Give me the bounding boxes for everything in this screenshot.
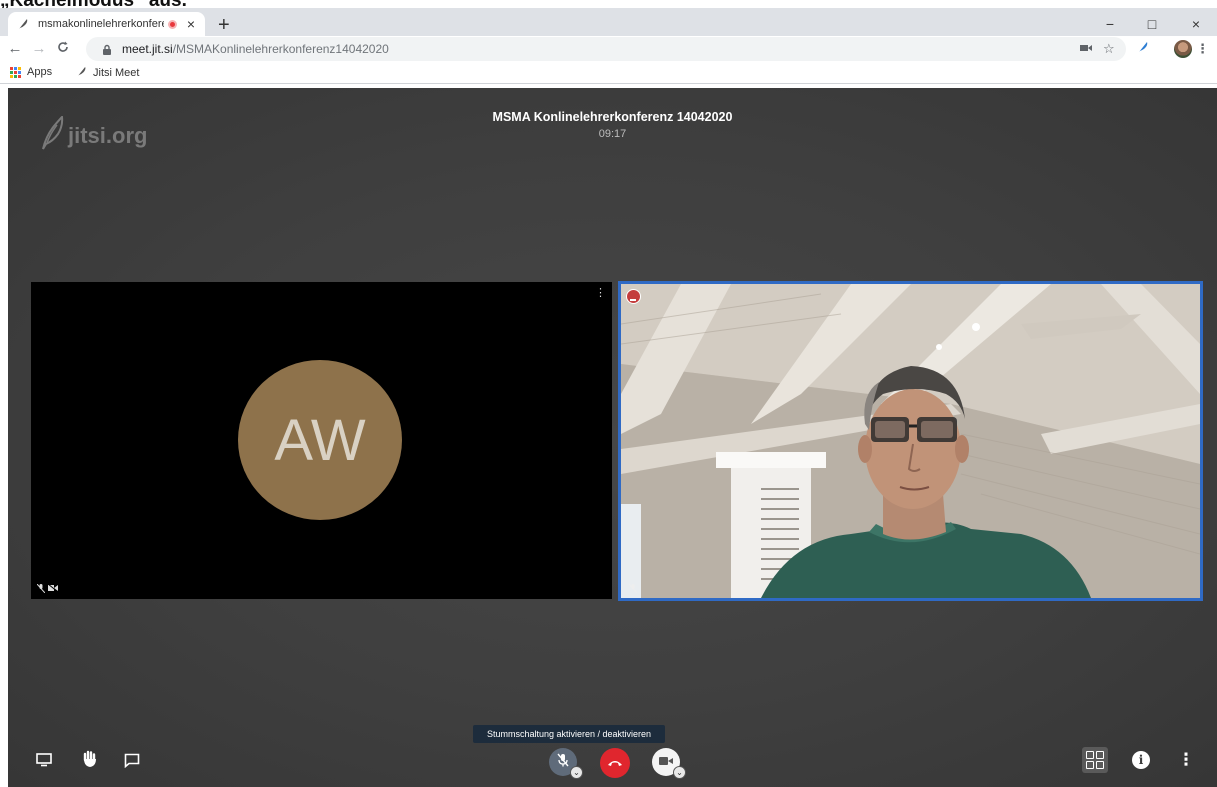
- hangup-icon: [607, 754, 623, 772]
- microphone-muted-icon: [557, 753, 569, 772]
- participant-menu-icon[interactable]: ⋮: [595, 288, 606, 299]
- forward-arrow-icon[interactable]: →: [30, 40, 48, 57]
- tab-title: msmakonlinelehrerkonferenz: [38, 18, 164, 30]
- bookmarks-bar: Apps Jitsi Meet: [0, 62, 1217, 84]
- bookmark-apps-label: Apps: [27, 66, 53, 78]
- bookmark-apps[interactable]: Apps: [10, 66, 52, 78]
- lock-icon: [102, 44, 112, 55]
- hangup-button[interactable]: [600, 748, 630, 778]
- browser-tab-strip: msmakonlinelehrerkonferenz × + − □ ×: [0, 8, 1217, 36]
- avatar: AW: [238, 360, 402, 520]
- camera-in-use-icon[interactable]: [1080, 41, 1092, 56]
- bookmark-jitsi-label: Jitsi Meet: [93, 67, 140, 79]
- url-host: meet.jit.si: [122, 42, 173, 56]
- browser-tab[interactable]: msmakonlinelehrerkonferenz ×: [8, 12, 205, 36]
- participant-tile-video[interactable]: [618, 281, 1203, 601]
- new-tab-button[interactable]: +: [218, 15, 230, 35]
- jitsi-feather-icon: [16, 17, 30, 31]
- tile-view-icon[interactable]: [1082, 747, 1108, 773]
- reload-icon[interactable]: [54, 40, 72, 57]
- mute-tooltip: Stummschaltung aktivieren / deaktivieren: [473, 725, 665, 743]
- camera-off-icon: [47, 583, 59, 595]
- tile-status-icons: [36, 583, 59, 595]
- back-arrow-icon[interactable]: ←: [6, 40, 24, 57]
- connection-status-icon[interactable]: [626, 289, 641, 304]
- screenshare-icon[interactable]: [34, 750, 54, 770]
- meeting-title: MSMA Konlinelehrerkonferenz 14042020: [492, 110, 733, 124]
- browser-toolbar: ← → meet.jit.si/MSMAKonlinelehrerkonfere…: [0, 36, 1217, 62]
- maximize-button[interactable]: □: [1132, 16, 1172, 32]
- avatar-initials: AW: [274, 407, 366, 473]
- bookmark-jitsi-meet[interactable]: Jitsi Meet: [76, 66, 139, 80]
- profile-avatar[interactable]: [1174, 40, 1192, 58]
- raise-hand-icon[interactable]: [80, 748, 100, 770]
- camera-button[interactable]: ⌄: [652, 748, 686, 779]
- tile-status-icons: [628, 583, 638, 595]
- microphone-muted-button[interactable]: ⌄: [549, 748, 583, 779]
- mic-muted-icon: [36, 583, 46, 595]
- recording-indicator-icon: [168, 19, 177, 29]
- chevron-down-icon[interactable]: ⌄: [570, 766, 583, 779]
- jitsi-feather-icon: [76, 66, 87, 80]
- chrome-menu-icon[interactable]: ⋮: [1196, 41, 1209, 57]
- url-path: /MSMAKonlinelehrerkonferenz14042020: [172, 42, 389, 56]
- info-icon[interactable]: i: [1132, 751, 1150, 769]
- more-options-icon[interactable]: ⋮: [1178, 750, 1195, 770]
- address-bar[interactable]: meet.jit.si/MSMAKonlinelehrerkonferenz14…: [86, 37, 1126, 61]
- chat-icon[interactable]: [122, 750, 142, 770]
- camera-icon: [659, 753, 673, 771]
- participant-tile-aw[interactable]: AW ⋮: [31, 282, 612, 599]
- participant-video-feed: [621, 284, 1200, 598]
- meeting-timer: 09:17: [598, 128, 627, 140]
- tab-close-button[interactable]: ×: [185, 16, 197, 32]
- apps-grid-icon: [10, 66, 21, 78]
- jitsi-extension-icon[interactable]: [1137, 41, 1149, 56]
- bookmark-star-icon[interactable]: ☆: [1103, 41, 1115, 57]
- close-window-button[interactable]: ×: [1176, 16, 1216, 32]
- minimize-button[interactable]: −: [1090, 16, 1130, 32]
- meeting-stage: jitsi.org MSMA Konlinelehrerkonferenz 14…: [8, 88, 1217, 787]
- mic-muted-icon: [628, 583, 638, 595]
- chevron-down-icon[interactable]: ⌄: [673, 766, 686, 779]
